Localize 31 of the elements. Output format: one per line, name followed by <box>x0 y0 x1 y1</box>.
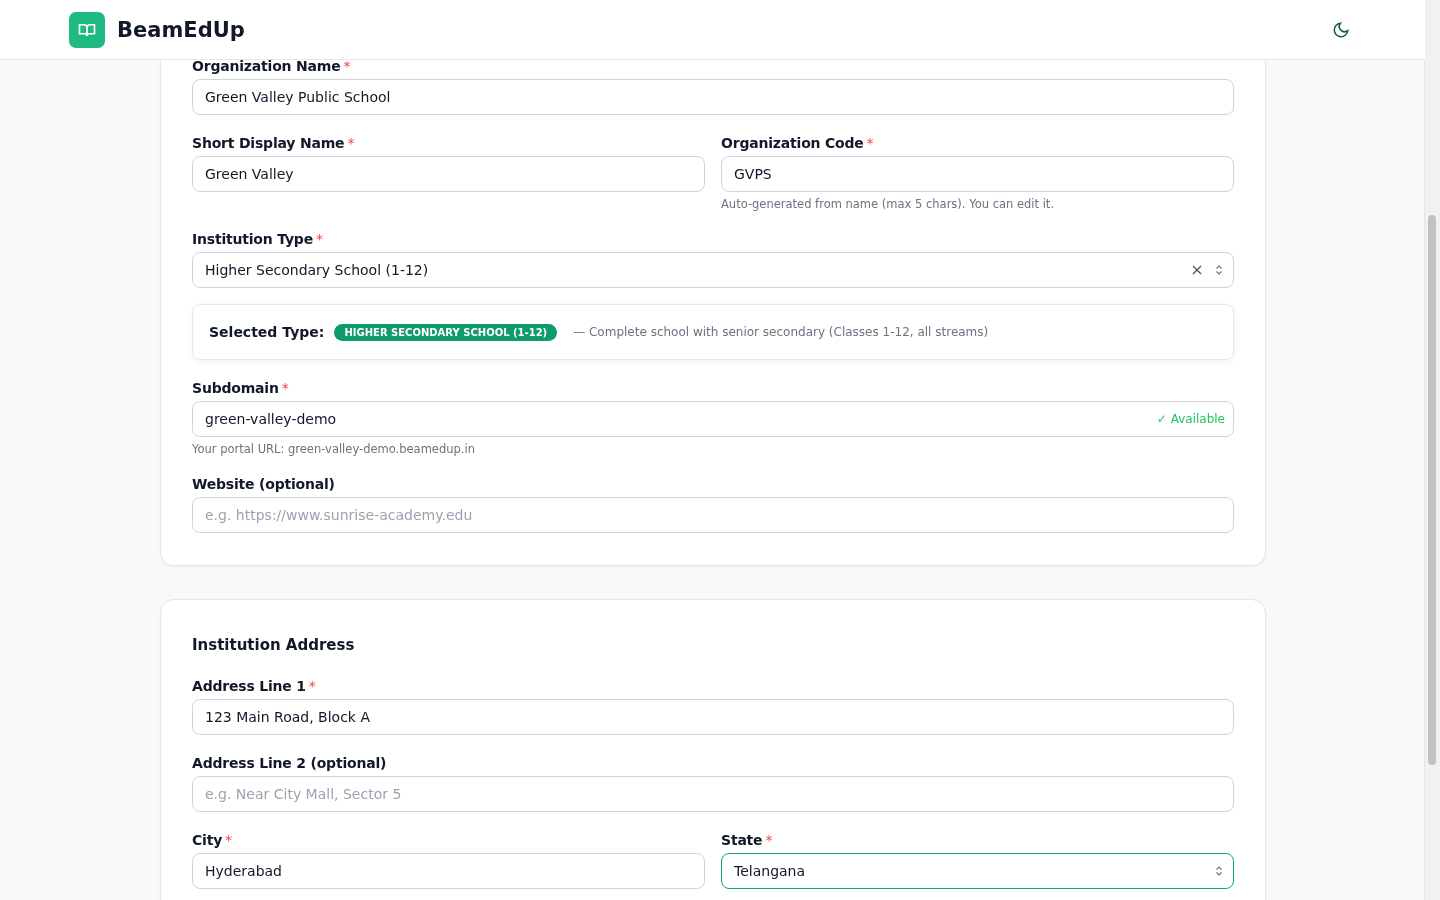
field-label: City * <box>192 832 233 848</box>
input-field[interactable]: green-valley-demo ✓ Available <box>192 401 1234 437</box>
input-field[interactable]: Hyderabad <box>192 853 705 889</box>
input-field[interactable]: GVPS <box>721 156 1234 192</box>
moon-icon[interactable] <box>1332 20 1350 39</box>
brand-name: BeamEdUp <box>117 17 245 42</box>
close-icon[interactable] <box>1191 264 1203 276</box>
input-field[interactable]: Green Valley <box>192 156 705 192</box>
field-label: Subdomain * <box>192 380 290 396</box>
input-field[interactable]: 123 Main Road, Block A <box>192 699 1234 735</box>
select-field[interactable]: Telangana <box>721 853 1234 889</box>
select-field[interactable]: Higher Secondary School (1-12) <box>192 252 1234 288</box>
type-badge: HIGHER SECONDARY SCHOOL (1-12) <box>334 323 558 341</box>
chevron-updown-icon[interactable] <box>1213 865 1225 877</box>
field-label: State * <box>721 832 774 848</box>
selected-type-label: Selected Type: <box>209 324 325 340</box>
field-label: Organization Code * <box>721 135 875 151</box>
field-label: Institution Type * <box>192 231 324 247</box>
field-label: Website (optional) <box>192 476 336 492</box>
availability-status: ✓ Available <box>1156 412 1225 426</box>
book-icon <box>69 11 105 48</box>
section-title: Institution Address <box>192 636 356 654</box>
field-label: Short Display Name * <box>192 135 356 151</box>
input-field[interactable]: Green Valley Public School <box>192 79 1234 115</box>
chevron-updown-icon[interactable] <box>1213 264 1225 276</box>
field-hint: Your portal URL: green-valley-demo.beamedup.in <box>192 442 476 456</box>
field-label: Address Line 2 (optional) <box>192 755 388 771</box>
type-description: — Complete school with senior secondary (Classes 1-12, all streams) <box>573 325 989 339</box>
field-label: Address Line 1 * <box>192 678 317 694</box>
field-hint: Auto-generated from name (max 5 chars). You can edit it. <box>721 197 1056 211</box>
field-label: Organization Name * <box>192 60 352 74</box>
